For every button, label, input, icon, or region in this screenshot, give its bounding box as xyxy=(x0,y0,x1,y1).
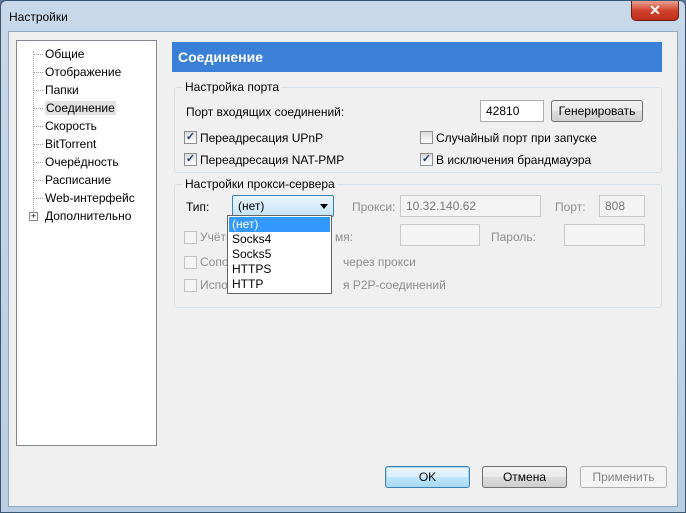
natpmp-label: Переадресация NAT-PMP xyxy=(200,153,345,167)
proxy-auth-checkbox[interactable] xyxy=(184,231,197,244)
firewall-exception-checkbox[interactable]: ✓ xyxy=(420,153,433,166)
dropdown-option-none[interactable]: (нет) xyxy=(229,217,330,232)
tree-connector xyxy=(33,126,43,127)
close-button[interactable]: ✕ xyxy=(631,1,679,21)
sidebar-item-web-ui[interactable]: Web-интерфейс xyxy=(45,191,135,205)
tree-connector xyxy=(33,144,43,145)
proxy-host-input[interactable]: 10.32.140.62 xyxy=(400,195,541,217)
generate-port-button[interactable]: Генерировать xyxy=(551,100,643,122)
random-port-checkbox[interactable] xyxy=(420,131,433,144)
proxy-host-label: Прокси: xyxy=(352,200,396,214)
sidebar-item-display[interactable]: Отображение xyxy=(45,65,121,79)
window-title: Настройки xyxy=(9,10,68,24)
proxy-settings-title: Настройки прокси-сервера xyxy=(183,177,337,191)
proxy-type-select[interactable]: (нет) xyxy=(232,195,334,217)
sidebar-item-general[interactable]: Общие xyxy=(45,47,84,61)
dropdown-option-socks5[interactable]: Socks5 xyxy=(229,247,330,262)
sidebar-item-scheduler[interactable]: Расписание xyxy=(45,173,111,187)
check-mark-icon: ✓ xyxy=(421,153,432,165)
ok-button[interactable]: OK xyxy=(385,466,470,488)
cancel-button[interactable]: Отмена xyxy=(482,466,567,488)
tree-connector xyxy=(33,108,43,109)
natpmp-checkbox[interactable]: ✓ xyxy=(184,153,197,166)
page-title: Соединение xyxy=(172,42,662,72)
sidebar-item-speed[interactable]: Скорость xyxy=(45,119,97,133)
proxy-password-label: Пароль: xyxy=(491,230,536,244)
apply-button[interactable]: Применить xyxy=(580,466,667,488)
dropdown-option-https[interactable]: HTTPS xyxy=(229,262,330,277)
resolve-via-proxy-label-right: через прокси xyxy=(343,255,416,269)
check-mark-icon: ✓ xyxy=(185,153,196,165)
tree-connector xyxy=(33,198,43,199)
check-mark-icon: ✓ xyxy=(185,131,196,143)
proxy-password-input[interactable] xyxy=(564,224,645,246)
proxy-type-label: Тип: xyxy=(186,200,210,214)
sidebar-item-queueing[interactable]: Очерёдность xyxy=(45,155,119,169)
proxy-p2p-checkbox[interactable] xyxy=(184,279,197,292)
dialog-client-area: Общие Отображение Папки Соединение Скоро… xyxy=(8,31,678,507)
tree-connector xyxy=(33,72,43,73)
resolve-via-proxy-checkbox[interactable] xyxy=(184,256,197,269)
tree-connector xyxy=(33,162,43,163)
random-port-label: Случайный порт при запуске xyxy=(436,131,597,145)
incoming-port-input[interactable]: 42810 xyxy=(480,100,544,122)
expand-plus-icon[interactable]: + xyxy=(29,212,38,221)
dropdown-option-socks4[interactable]: Socks4 xyxy=(229,232,330,247)
sidebar-item-connection[interactable]: Соединение xyxy=(45,101,116,115)
dropdown-option-http[interactable]: HTTP xyxy=(229,277,330,292)
sidebar-item-folders[interactable]: Папки xyxy=(45,83,79,97)
settings-window: Настройки ✕ Общие Отображение Папки Соед… xyxy=(0,0,686,513)
settings-category-tree: Общие Отображение Папки Соединение Скоро… xyxy=(16,40,157,446)
chevron-down-icon xyxy=(320,204,328,209)
tree-connector xyxy=(33,180,43,181)
sidebar-item-advanced[interactable]: Дополнительно xyxy=(45,209,131,223)
firewall-exception-label: В исключения брандмауэра xyxy=(436,153,592,167)
proxy-port-input[interactable]: 808 xyxy=(599,195,645,217)
upnp-label: Переадресация UPnP xyxy=(200,131,324,145)
sidebar-item-bittorrent[interactable]: BitTorrent xyxy=(45,137,96,151)
proxy-port-label: Порт: xyxy=(555,200,586,214)
title-bar[interactable]: Настройки ✕ xyxy=(1,1,685,31)
proxy-username-input[interactable] xyxy=(400,224,480,246)
proxy-type-dropdown-list: (нет) Socks4 Socks5 HTTPS HTTP xyxy=(227,215,332,294)
tree-connector-line xyxy=(33,51,34,221)
upnp-checkbox[interactable]: ✓ xyxy=(184,131,197,144)
proxy-type-value: (нет) xyxy=(238,199,265,213)
proxy-p2p-label-right: я P2P-соединений xyxy=(343,278,446,292)
proxy-username-label: мя: xyxy=(335,230,354,244)
port-settings-title: Настройка порта xyxy=(183,80,282,94)
tree-connector xyxy=(33,90,43,91)
tree-connector xyxy=(33,54,43,55)
incoming-port-label: Порт входящих соединений: xyxy=(186,105,345,119)
close-icon: ✕ xyxy=(649,2,661,18)
